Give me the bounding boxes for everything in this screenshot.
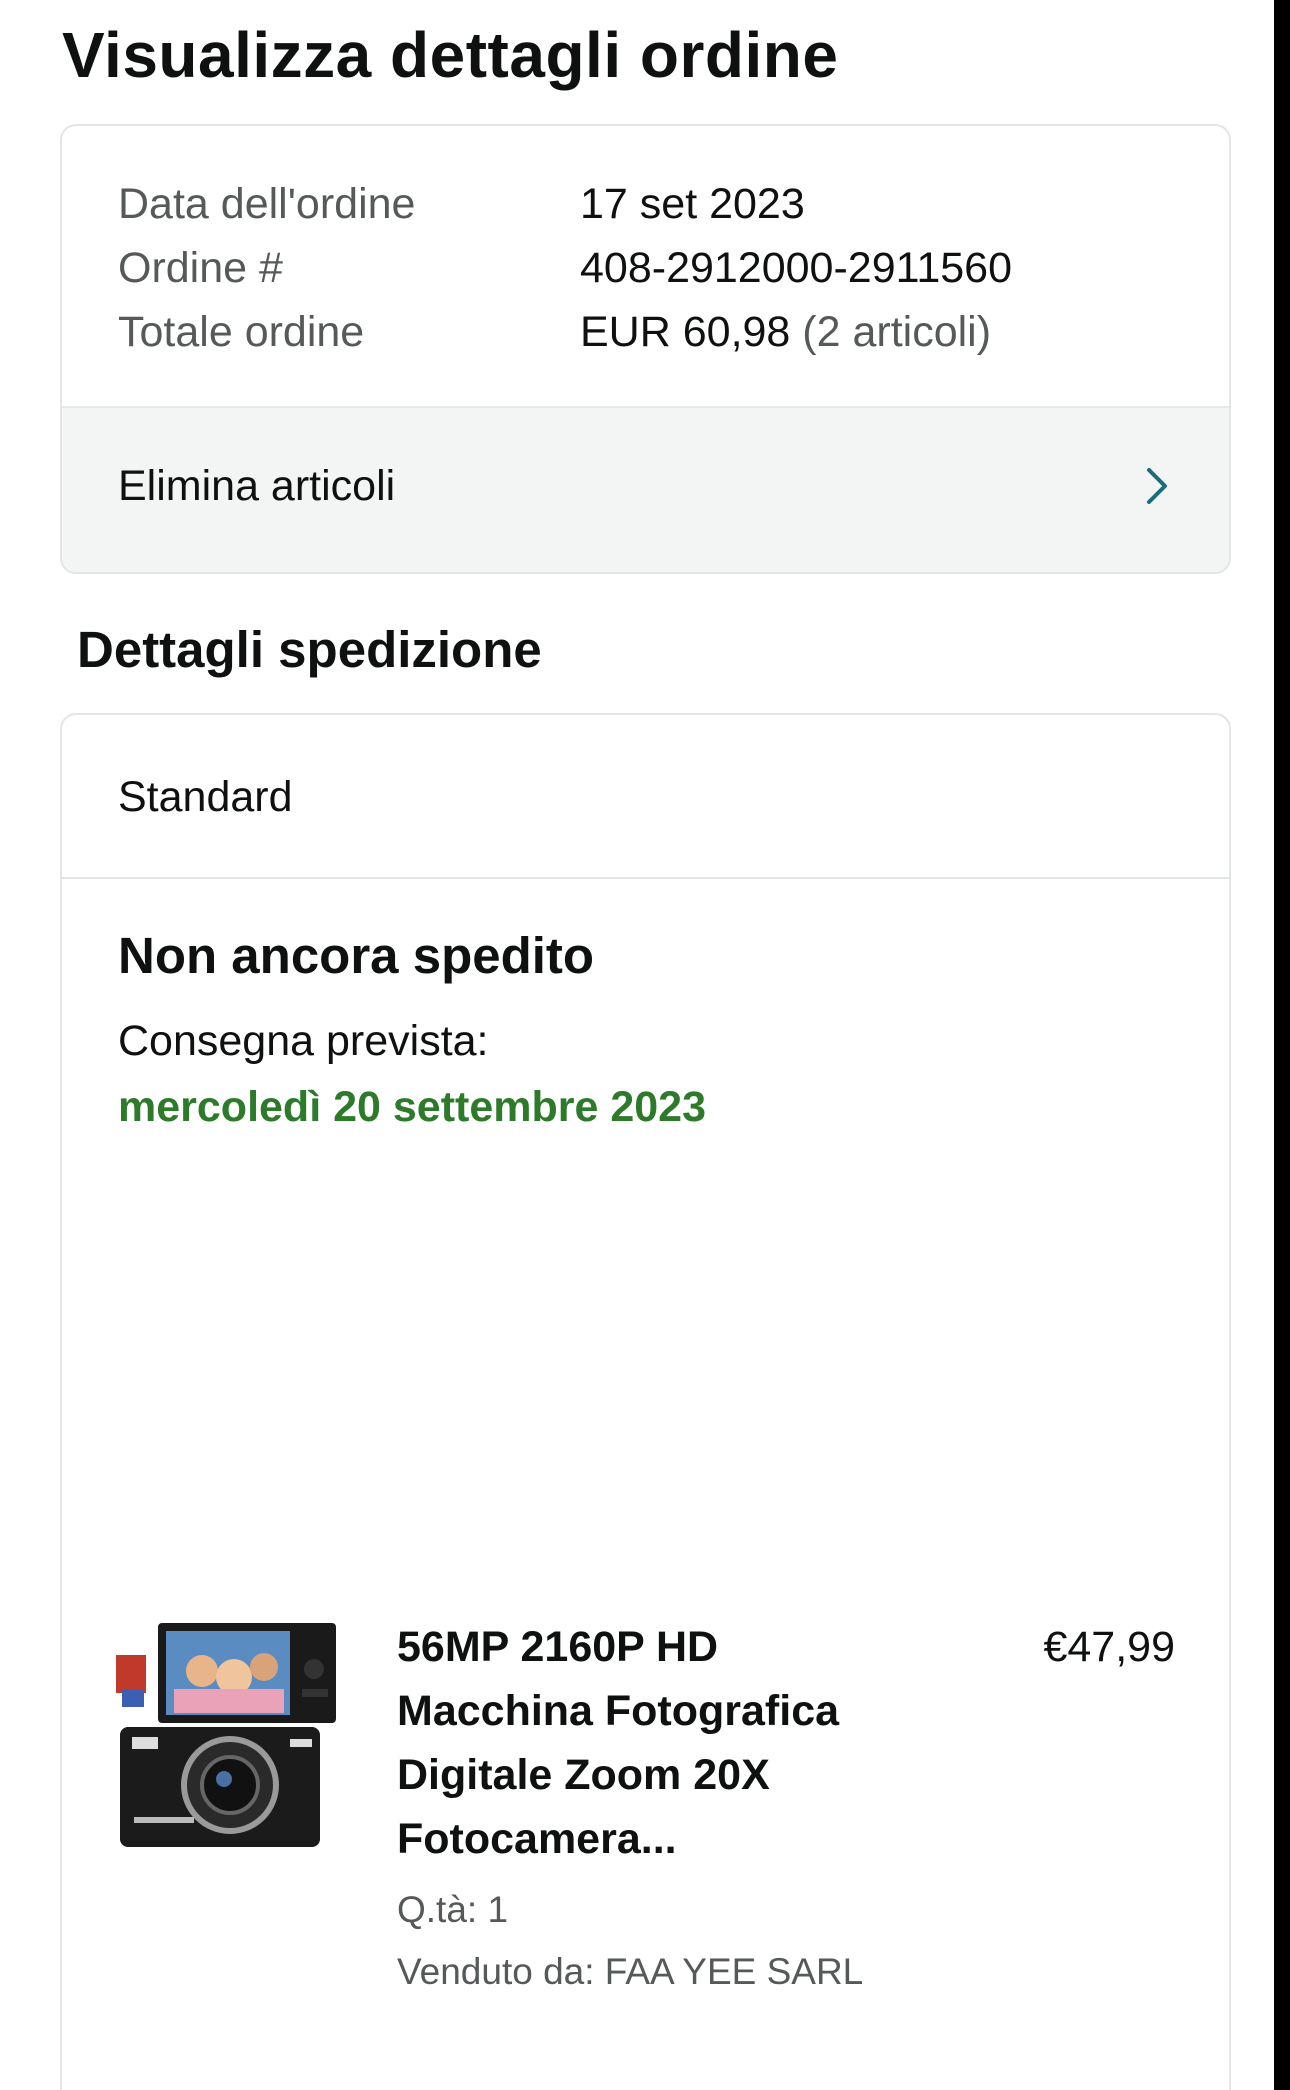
order-total-row: Totale ordine EUR 60,98 (2 articoli) <box>118 304 991 360</box>
order-summary: Data dell'ordine 17 set 2023 Ordine # 408-… <box>62 126 1229 404</box>
delete-items-button[interactable]: Elimina articoli <box>62 406 1229 572</box>
shipment-status: Non ancora spedito <box>118 927 595 984</box>
order-total-value: EUR 60,98 <box>580 308 791 356</box>
order-number-label: Ordine # <box>118 244 283 292</box>
digital-camera-thumbnail[interactable] <box>114 1619 350 1849</box>
order-number-row: Ordine # 408-2912000-2911560 <box>118 240 1012 296</box>
order-item[interactable]: 56MP 2160P HD Macchina Fotografica Digit… <box>62 1595 1229 2015</box>
divider <box>62 877 1229 879</box>
chevron-right-icon <box>1147 468 1167 504</box>
expected-delivery-label: Consegna prevista: <box>118 1017 489 1065</box>
item-title-line: 56MP 2160P HD <box>397 1623 719 1671</box>
page-title: Visualizza dettagli ordine <box>62 19 839 91</box>
order-total-label: Totale ordine <box>118 308 365 356</box>
order-number-value: 408-2912000-2911560 <box>580 244 1012 292</box>
expected-delivery-date: mercoledì 20 settembre 2023 <box>118 1083 706 1131</box>
item-title[interactable]: 56MP 2160P HD Macchina Fotografica Digit… <box>397 1615 917 1871</box>
item-quantity: Q.tà: 1 <box>397 1889 509 1930</box>
delete-items-label: Elimina articoli <box>118 462 396 510</box>
shipping-method: Standard <box>118 773 293 821</box>
order-total-items: (2 articoli) <box>802 308 992 356</box>
order-date-value: 17 set 2023 <box>580 180 805 228</box>
order-date-label: Data dell'ordine <box>118 180 416 228</box>
order-summary-card: Data dell'ordine 17 set 2023 Ordine # 408-… <box>60 124 1231 574</box>
shipping-section-title: Dettagli spedizione <box>77 621 542 678</box>
order-details-page: Visualizza dettagli ordine Data dell'ord… <box>0 0 1274 2090</box>
shipment-card: Standard Non ancora spedito Consegna pre… <box>60 713 1231 2090</box>
item-seller: Venduto da: FAA YEE SARL <box>397 1951 864 1992</box>
item-title-line: Fotocamera... <box>397 1815 677 1863</box>
item-title-line: Digitale Zoom 20X <box>397 1751 770 1799</box>
item-price: €47,99 <box>1043 1623 1175 1671</box>
item-title-line: Macchina Fotografica <box>397 1687 840 1735</box>
order-date-row: Data dell'ordine 17 set 2023 <box>118 176 805 232</box>
